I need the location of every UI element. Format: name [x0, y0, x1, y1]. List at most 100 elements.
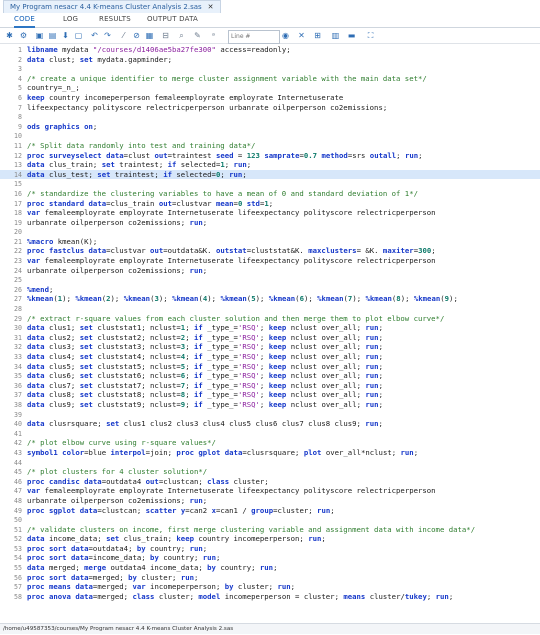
code-line[interactable]: 6 keep country incomeperperson femaleempl…: [0, 93, 540, 103]
find-icon[interactable]: ⌕: [176, 30, 187, 41]
code-line[interactable]: 40 data clusrsquare; set clus1 clus2 clus…: [0, 419, 540, 429]
code-line[interactable]: 30 data clus1; set cluststat1; nclust=1; …: [0, 323, 540, 333]
code-line[interactable]: 9 ods graphics on;: [0, 122, 540, 132]
code-line[interactable]: 52 data income_data; set clus_train; keep…: [0, 534, 540, 544]
tab-log[interactable]: LOG: [63, 13, 78, 26]
clear-icon[interactable]: ▢: [73, 30, 84, 41]
code-line[interactable]: 54 proc sort data=income_data; by country…: [0, 553, 540, 563]
code-text: /* plot clusters for 4 cluster solution*…: [27, 467, 208, 477]
replace-icon[interactable]: ⊞: [312, 30, 323, 41]
code-text: proc sort data=income_data; by country; …: [27, 553, 221, 563]
undo-icon[interactable]: ↶: [89, 30, 100, 41]
code-line[interactable]: 23 var femaleemployrate employrate Intern…: [0, 256, 540, 266]
code-line[interactable]: 45/* plot clusters for 4 cluster solutio…: [0, 467, 540, 477]
code-line[interactable]: 49 proc sgplot data=clustcan; scatter y=c…: [0, 506, 540, 516]
code-line[interactable]: 19 urbanrate oilperperson co2emissions; r…: [0, 218, 540, 228]
code-line[interactable]: 24 urbanrate oilperperson co2emissions; r…: [0, 266, 540, 276]
comment-icon[interactable]: ✎: [192, 30, 203, 41]
code-line[interactable]: 21 %macro kmean(K);: [0, 237, 540, 247]
code-text: %mend;: [27, 284, 54, 294]
code-line[interactable]: 39: [0, 410, 540, 420]
code-line[interactable]: 17 proc standard data=clus_train out=clus…: [0, 199, 540, 209]
code-line[interactable]: 58 proc anova data=merged; class cluster;…: [0, 592, 540, 602]
code-text: data clus_test; set traintest; if select…: [27, 169, 247, 179]
code-line[interactable]: 1 libname mydata "/courses/d1406ae5ba27fe…: [0, 45, 540, 55]
save-as-icon[interactable]: ▤: [47, 30, 58, 41]
code-line[interactable]: 4/* create a unique identifier to merge …: [0, 74, 540, 84]
code-text: %kmean(1); %kmean(2); %kmean(3); %kmean(…: [27, 294, 458, 304]
split-icon[interactable]: ▥: [330, 30, 341, 41]
code-text: data income_data; set clus_train; keep c…: [27, 534, 326, 544]
code-line[interactable]: 16/* standardize the clustering variable…: [0, 189, 540, 199]
code-line[interactable]: 12 proc surveyselect data=clust out=train…: [0, 151, 540, 161]
code-text: proc anova data=merged; class cluster; m…: [27, 591, 454, 601]
code-line[interactable]: 2 data clust; set mydata.gapminder;: [0, 55, 540, 65]
code-line[interactable]: 50: [0, 515, 540, 525]
code-line[interactable]: 48 urbanrate oilperperson co2emissions; r…: [0, 496, 540, 506]
code-line[interactable]: 44: [0, 458, 540, 468]
code-icon[interactable]: ▦: [144, 30, 155, 41]
code-line[interactable]: 15: [0, 179, 540, 189]
code-line[interactable]: 26 %mend;: [0, 285, 540, 295]
code-line[interactable]: 37 data clus8; set cluststat8; nclust=8; …: [0, 390, 540, 400]
code-line[interactable]: 8: [0, 112, 540, 122]
run-menu-icon[interactable]: ⚙: [18, 30, 29, 41]
maximize-icon[interactable]: ⛶: [365, 30, 376, 41]
code-line[interactable]: 32 data clus3; set cluststat3; nclust=3; …: [0, 342, 540, 352]
run-icon[interactable]: ✱: [4, 30, 15, 41]
code-line[interactable]: 57 proc means data=merged; var incomeperp…: [0, 582, 540, 592]
code-line[interactable]: 11/* Split data randomly into test and t…: [0, 141, 540, 151]
search-icon[interactable]: ✕: [296, 30, 307, 41]
line-number-input[interactable]: [228, 30, 280, 44]
go-icon[interactable]: ◉: [280, 30, 291, 41]
code-line[interactable]: 46 proc candisc data=outdata4 out=clustca…: [0, 477, 540, 487]
download-icon[interactable]: ⬇: [60, 30, 71, 41]
tab-code[interactable]: CODE: [14, 13, 36, 28]
ruler-icon[interactable]: ⊟: [160, 30, 171, 41]
code-line[interactable]: 53 proc sort data=outdata4; by country; r…: [0, 544, 540, 554]
code-line[interactable]: 18 var femaleemployrate employrate Intern…: [0, 208, 540, 218]
code-line[interactable]: 10: [0, 131, 540, 141]
close-icon[interactable]: ✕: [208, 3, 214, 11]
code-text: data clust; set mydata.gapminder;: [27, 54, 172, 64]
code-line[interactable]: 47 var femaleemployrate employrate Intern…: [0, 486, 540, 496]
code-line[interactable]: 56 proc sort data=merged; by cluster; run…: [0, 573, 540, 583]
code-line[interactable]: 43 symbol1 color=blue interpol=join; proc…: [0, 448, 540, 458]
code-line[interactable]: 7 lifeexpectancy polityscore relectricper…: [0, 103, 540, 113]
program-tab[interactable]: My Program nesacr 4.4 K-means Cluster An…: [3, 0, 221, 13]
code-line[interactable]: 5 country=_n_;: [0, 83, 540, 93]
code-line[interactable]: 34 data clus5; set cluststat5; nclust=5; …: [0, 362, 540, 372]
code-text: /* create a unique identifier to merge c…: [27, 73, 427, 83]
code-line[interactable]: 42/* plot elbow curve using r-square val…: [0, 438, 540, 448]
redo-icon[interactable]: ↷: [102, 30, 113, 41]
code-line[interactable]: 22 proc fastclus data=clustvar out=outdat…: [0, 246, 540, 256]
code-line[interactable]: 14 data clus_test; set traintest; if sele…: [0, 169, 540, 180]
tab-results[interactable]: RESULTS: [99, 13, 131, 26]
code-line[interactable]: 38 data clus9; set cluststat9; nclust=9; …: [0, 400, 540, 410]
clear-code-icon[interactable]: ⊘: [131, 30, 142, 41]
code-line[interactable]: 41: [0, 429, 540, 439]
code-line[interactable]: 3: [0, 64, 540, 74]
code-line[interactable]: 51/* validate clusters on income, first …: [0, 525, 540, 535]
code-line[interactable]: 20: [0, 227, 540, 237]
code-line[interactable]: 27 %kmean(1); %kmean(2); %kmean(3); %kmea…: [0, 294, 540, 304]
abc-icon[interactable]: ᵃ: [208, 30, 219, 41]
code-line[interactable]: 28: [0, 304, 540, 314]
split-horizontal-icon[interactable]: ▬: [346, 30, 357, 41]
code-line[interactable]: 35 data clus6; set cluststat6; nclust=6; …: [0, 371, 540, 381]
code-line[interactable]: 36 data clus7; set cluststat7; nclust=7; …: [0, 381, 540, 391]
file-path: /home/u49587353/courses/My Program nesac…: [3, 626, 234, 632]
code-text: /* plot elbow curve using r-square value…: [27, 438, 216, 448]
format-icon[interactable]: ⁄: [118, 30, 129, 41]
code-line[interactable]: 55 data merged; merge outdata4 income_dat…: [0, 563, 540, 573]
code-line[interactable]: 29/* extract r-square values from each c…: [0, 314, 540, 324]
save-icon[interactable]: ▣: [34, 30, 45, 41]
code-text: proc fastclus data=clustvar out=outdata&…: [27, 246, 436, 256]
tab-output-data[interactable]: OUTPUT DATA: [147, 13, 198, 26]
code-line[interactable]: 13 data clus_train; set traintest; if sel…: [0, 160, 540, 170]
code-line[interactable]: 31 data clus2; set cluststat2; nclust=2; …: [0, 333, 540, 343]
code-text: proc sgplot data=clustcan; scatter y=can…: [27, 505, 335, 515]
code-line[interactable]: 33 data clus4; set cluststat4; nclust=4; …: [0, 352, 540, 362]
code-line[interactable]: 25: [0, 275, 540, 285]
code-editor[interactable]: 1 libname mydata "/courses/d1406ae5ba27fe…: [0, 45, 540, 623]
